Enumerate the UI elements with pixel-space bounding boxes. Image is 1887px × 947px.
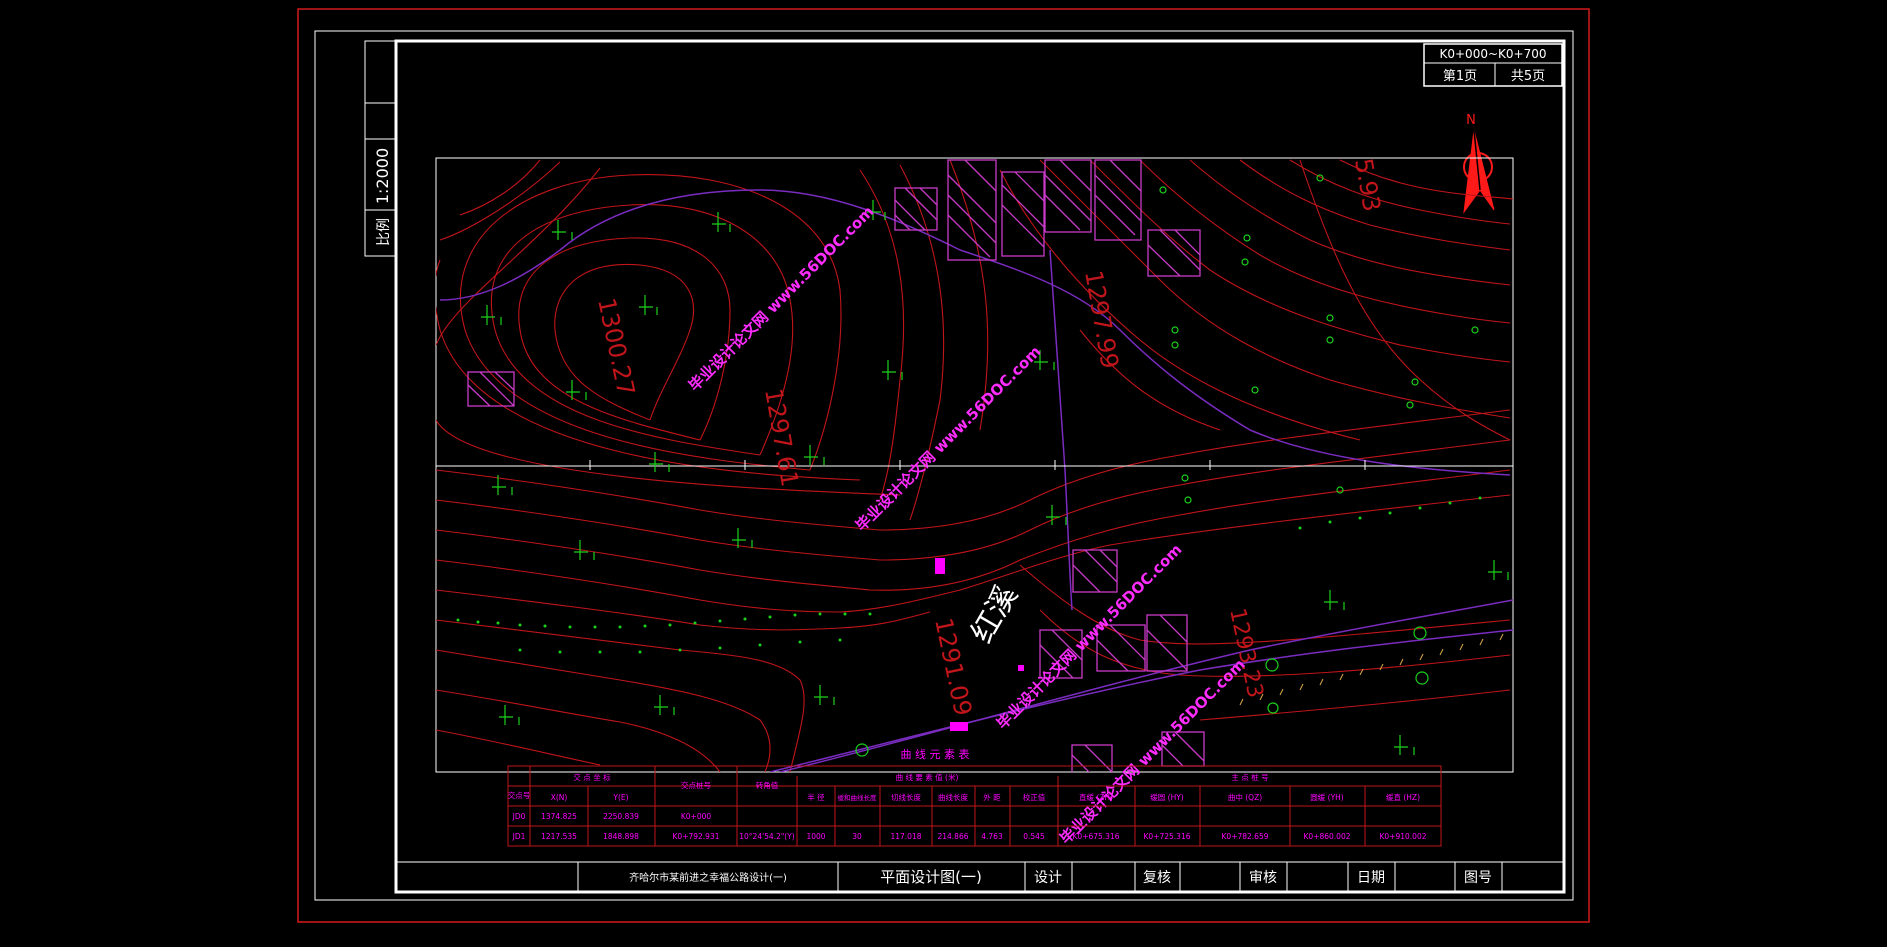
cell-d: 0.545 (1023, 832, 1045, 841)
cell-x: 1217.535 (541, 832, 577, 841)
date-label: 日期 (1357, 870, 1385, 886)
cell-angle: 10°24'54.2"(Y) (739, 832, 795, 841)
cell-l: 214.866 (937, 832, 968, 841)
col-e: 外 距 (983, 792, 1001, 802)
col-y: Y(E) (612, 793, 628, 802)
curve-table: 交点号 交 点 坐 标 X(N) Y(E) 交点桩号 转角值 曲 线 要 素 值… (507, 765, 1442, 847)
col-x: X(N) (551, 793, 568, 802)
col-qz: 曲中 (QZ) (1228, 792, 1262, 802)
centerline (436, 460, 1513, 470)
col-r: 半 径 (807, 792, 825, 802)
col-d: 校正值 (1023, 792, 1046, 802)
design-label: 设计 (1034, 870, 1062, 886)
col-yh: 圆缓 (YH) (1310, 792, 1344, 802)
elevation-label-1: 1300.27 (592, 295, 640, 398)
col-station: 交点桩号 (681, 780, 711, 790)
cell-e: 4.763 (981, 832, 1003, 841)
cell-r: 1000 (806, 832, 825, 841)
scale-value: 1:2000 (373, 148, 392, 204)
page-number: 第1页 (1443, 69, 1477, 84)
cad-drawing: 1:2000 比例 K0+000~K0+700 第1页 共5页 N 1300.2… (297, 8, 1590, 923)
table-caption: 曲 线 元 素 表 (901, 747, 970, 761)
elevation-label-6: 5.93 (1349, 156, 1386, 213)
page-box: K0+000~K0+700 第1页 共5页 (1423, 43, 1563, 87)
col-ls: 缓和曲线长度 (838, 793, 878, 802)
cell-station: K0+792.931 (673, 832, 720, 841)
col-points: 主 点 桩 号 (1231, 772, 1268, 782)
col-elements: 曲 线 要 素 值 (米) (896, 772, 959, 782)
cell-jd: JD1 (512, 832, 526, 841)
col-hz: 缓直 (HZ) (1386, 792, 1420, 802)
cell-yh: K0+860.002 (1304, 832, 1351, 841)
page-total: 共5页 (1511, 69, 1545, 84)
page-range: K0+000~K0+700 (1440, 47, 1547, 61)
elevation-label-2: 1297.61 (759, 386, 804, 489)
drawing-no-label: 图号 (1464, 870, 1492, 886)
roads (439, 189, 1513, 772)
col-jd: 交点号 (508, 790, 531, 800)
cell-station: K0+000 (681, 812, 712, 821)
col-angle: 转角值 (756, 780, 779, 790)
cell-y: 2250.839 (603, 812, 639, 821)
watermark-3: 毕业设计论文网 www.56DOC.com (993, 540, 1185, 732)
table-row: JD0 1374.825 2250.839 K0+000 (512, 812, 712, 821)
cell-qz: K0+782.659 (1222, 832, 1269, 841)
watermark-4: 毕业设计论文网 www.56DOC.com (1056, 655, 1248, 847)
col-coord: 交 点 坐 标 (573, 772, 611, 782)
cell-jd: JD0 (512, 812, 526, 821)
river-label: 红溪 (965, 580, 1025, 649)
cell-zh: K0+675.316 (1073, 832, 1120, 841)
review-label: 复核 (1143, 869, 1171, 886)
watermark-1: 毕业设计论文网 www.56DOC.com (685, 202, 877, 394)
cell-t: 117.018 (890, 832, 921, 841)
cell-hz: K0+910.002 (1380, 832, 1427, 841)
project-title: 齐哈尔市某前进之幸福公路设计(一) (629, 871, 787, 884)
north-label: N (1466, 113, 1476, 128)
cell-y: 1848.898 (603, 832, 639, 841)
cell-ls: 30 (852, 832, 862, 841)
approve-label: 审核 (1249, 870, 1277, 886)
scale-label: 比例 (376, 218, 392, 246)
sheet-title: 平面设计图(一) (880, 868, 982, 886)
col-hy: 缓圆 (HY) (1150, 792, 1184, 802)
col-t: 切线长度 (891, 792, 921, 802)
col-zh: 直缓 (ZH) (1079, 792, 1113, 802)
cell-x: 1374.825 (541, 812, 577, 821)
map-area: 1300.27 1297.61 1297.99 1291.09 1293.23 … (435, 156, 1514, 773)
cell-hy: K0+725.316 (1144, 832, 1191, 841)
title-block: 齐哈尔市某前进之幸福公路设计(一) 平面设计图(一) 设计 复核 审核 日期 图… (396, 861, 1564, 892)
scale-strip: 1:2000 比例 (364, 40, 397, 257)
table-row: JD1 1217.535 1848.898 K0+792.931 10°24'5… (512, 832, 1427, 841)
col-l: 曲线长度 (938, 792, 968, 802)
